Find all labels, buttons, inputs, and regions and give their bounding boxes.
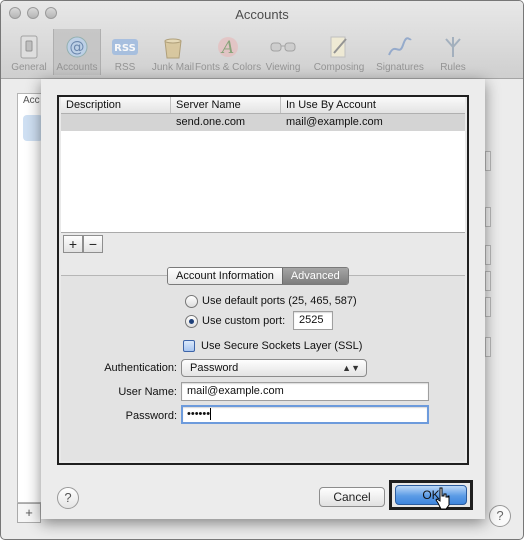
switch-icon bbox=[16, 34, 42, 60]
background-control bbox=[485, 245, 491, 265]
custom-port-label: Use custom port: bbox=[202, 315, 286, 327]
cell-description bbox=[61, 114, 171, 131]
remove-server-button[interactable]: − bbox=[83, 235, 103, 253]
username-field[interactable]: mail@example.com bbox=[181, 382, 429, 401]
ok-button-highlight: OK bbox=[389, 480, 473, 510]
table-row[interactable]: send.one.com mail@example.com bbox=[61, 114, 465, 131]
default-ports-radio[interactable] bbox=[185, 295, 198, 308]
smtp-server-sheet: Description Server Name In Use By Accoun… bbox=[41, 79, 485, 519]
accounts-list-header: Acc bbox=[23, 95, 40, 106]
authentication-value: Password bbox=[190, 362, 239, 374]
smtp-server-table[interactable]: Description Server Name In Use By Accoun… bbox=[61, 97, 465, 233]
rss-icon: RSS bbox=[112, 34, 138, 60]
toolbar-rules-label: Rules bbox=[440, 62, 466, 73]
toolbar-general-label: General bbox=[11, 62, 47, 73]
cancel-button[interactable]: Cancel bbox=[319, 487, 385, 507]
pen-icon bbox=[326, 34, 352, 60]
toolbar-junk-mail-label: Junk Mail bbox=[151, 62, 195, 73]
toolbar-rss-label: RSS bbox=[114, 62, 136, 73]
toolbar-rss[interactable]: RSS RSS bbox=[101, 29, 149, 75]
toolbar-signatures[interactable]: Signatures bbox=[371, 29, 429, 75]
authentication-popup[interactable]: Password ▲▼ bbox=[181, 359, 367, 377]
authentication-label: Authentication: bbox=[104, 362, 177, 374]
toolbar-composing-label: Composing bbox=[313, 62, 365, 73]
fonts-colors-icon: A bbox=[215, 34, 241, 60]
password-field[interactable]: •••••• bbox=[181, 405, 429, 424]
toolbar-viewing[interactable]: Viewing bbox=[259, 29, 307, 75]
add-server-button[interactable]: + bbox=[63, 235, 83, 253]
svg-text:@: @ bbox=[70, 38, 85, 56]
ssl-checkbox[interactable] bbox=[183, 340, 195, 352]
rules-icon bbox=[440, 34, 466, 60]
cell-server-name: send.one.com bbox=[176, 116, 246, 128]
custom-port-field[interactable]: 2525 bbox=[293, 311, 333, 330]
password-value: •••••• bbox=[187, 408, 211, 420]
background-control bbox=[485, 151, 491, 171]
ssl-label: Use Secure Sockets Layer (SSL) bbox=[201, 340, 363, 352]
username-label: User Name: bbox=[118, 386, 177, 398]
background-control bbox=[485, 297, 491, 317]
signature-icon bbox=[387, 34, 413, 60]
svg-text:A: A bbox=[220, 38, 234, 58]
smtp-server-panel: Description Server Name In Use By Accoun… bbox=[57, 95, 469, 465]
at-sign-icon: @ bbox=[64, 34, 90, 60]
background-control bbox=[485, 271, 491, 291]
toolbar-viewing-label: Viewing bbox=[265, 62, 301, 73]
custom-port-radio[interactable] bbox=[185, 315, 198, 328]
preferences-help-button[interactable]: ? bbox=[489, 505, 511, 527]
default-ports-label: Use default ports (25, 465, 587) bbox=[202, 295, 357, 307]
add-account-button[interactable]: + bbox=[17, 503, 41, 523]
sheet-help-button[interactable]: ? bbox=[57, 487, 79, 509]
pointer-cursor-icon bbox=[435, 487, 450, 510]
toolbar-signatures-label: Signatures bbox=[376, 62, 424, 73]
tab-advanced[interactable]: Advanced bbox=[281, 268, 348, 284]
toolbar-fonts-colors[interactable]: A Fonts & Colors bbox=[194, 29, 262, 75]
toolbar-fonts-colors-label: Fonts & Colors bbox=[194, 62, 262, 73]
cell-in-use-by: mail@example.com bbox=[286, 116, 383, 128]
column-in-use-by[interactable]: In Use By Account bbox=[281, 97, 465, 113]
settings-tabs: Account Information Advanced bbox=[167, 267, 349, 285]
toolbar-composing[interactable]: Composing bbox=[307, 29, 371, 75]
popup-arrows-icon: ▲▼ bbox=[342, 363, 360, 373]
ok-button[interactable]: OK bbox=[395, 485, 467, 505]
column-server-name[interactable]: Server Name bbox=[171, 97, 281, 113]
glasses-icon bbox=[270, 34, 296, 60]
background-control bbox=[485, 337, 491, 357]
svg-text:RSS: RSS bbox=[114, 43, 136, 54]
table-header: Description Server Name In Use By Accoun… bbox=[61, 97, 465, 114]
tab-account-information[interactable]: Account Information bbox=[168, 268, 282, 284]
preferences-window: Accounts General @ Accounts RSS RSS Junk… bbox=[0, 0, 524, 540]
toolbar-general[interactable]: General bbox=[5, 29, 53, 75]
text-caret bbox=[210, 408, 212, 421]
password-label: Password: bbox=[125, 410, 177, 422]
toolbar-accounts[interactable]: @ Accounts bbox=[53, 29, 101, 75]
junk-mail-icon bbox=[160, 34, 186, 60]
account-at-icon bbox=[23, 115, 43, 141]
window-title: Accounts bbox=[235, 7, 289, 22]
toolbar-rules[interactable]: Rules bbox=[429, 29, 477, 75]
toolbar-accounts-label: Accounts bbox=[56, 62, 98, 73]
background-control bbox=[485, 207, 491, 227]
preferences-toolbar: General @ Accounts RSS RSS Junk Mail A F… bbox=[5, 29, 477, 77]
column-description[interactable]: Description bbox=[61, 97, 171, 113]
title-bar: Accounts General @ Accounts RSS RSS Junk… bbox=[1, 1, 523, 79]
toolbar-junk-mail[interactable]: Junk Mail bbox=[149, 29, 197, 75]
